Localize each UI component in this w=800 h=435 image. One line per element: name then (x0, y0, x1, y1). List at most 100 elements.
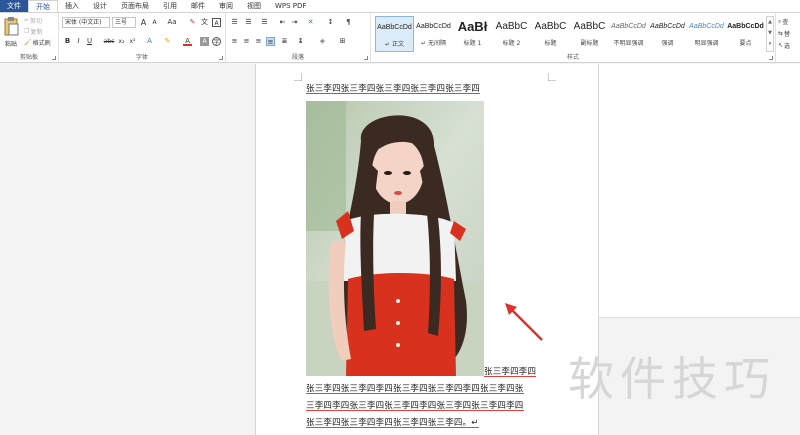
tab-insert[interactable]: 插入 (58, 0, 86, 12)
style-name: 标题 1 (463, 40, 482, 47)
select-button[interactable]: ↖ 选 (778, 41, 790, 50)
distributed-icon[interactable]: ≣ (280, 37, 289, 46)
style-name: 标题 2 (502, 40, 521, 47)
brush-icon: 🖌 (24, 39, 32, 46)
sort-icon[interactable]: ↕ (326, 18, 335, 27)
tab-mailings[interactable]: 邮件 (184, 0, 212, 12)
style-normal[interactable]: AaBbCcDd ↵ 正文 (375, 16, 414, 52)
doc-line-4[interactable]: 三李四李四张三李四张三李四李四张三李四张三李四李四 (306, 401, 524, 411)
tab-layout[interactable]: 页面布局 (114, 0, 156, 12)
clipboard-launcher-icon[interactable] (52, 56, 56, 60)
bold-icon[interactable]: B (63, 37, 72, 46)
style-sample: AaBł (457, 19, 488, 34)
align-left-icon[interactable]: ≡ (230, 37, 239, 46)
chinese-layout-icon[interactable]: ✕ (306, 18, 315, 27)
style-subtitle[interactable]: AaBbC 副标题 (570, 16, 609, 52)
subscript-icon[interactable]: x₂ (117, 37, 126, 46)
clipboard-group-label: 剪贴板 (19, 54, 38, 61)
style-name: 副标题 (580, 40, 599, 47)
superscript-icon[interactable]: x² (128, 37, 137, 46)
style-sample: AaBbCcDd (689, 23, 724, 30)
style-intense-emphasis[interactable]: AaBbCcDd 明显强调 (687, 16, 726, 52)
char-shading-icon[interactable]: A (200, 37, 209, 46)
style-sample: AaBbCcDd (650, 23, 685, 30)
doc-line-5[interactable]: 张三李四张三李四李四张三李四张三李四。↵ (306, 418, 479, 428)
text-effects-icon[interactable]: A (145, 37, 154, 46)
format-painter-label: 格式刷 (32, 40, 51, 47)
cut-label: 剪切 (30, 18, 43, 25)
decrease-indent-icon[interactable]: ⇤ (278, 18, 287, 27)
shading-icon[interactable]: ◈ (318, 37, 327, 46)
style-sample: AaBbCcDd (611, 23, 646, 30)
tab-design[interactable]: 设计 (86, 0, 114, 12)
tab-review[interactable]: 审阅 (212, 0, 240, 12)
bullets-icon[interactable]: ☰ (230, 18, 239, 27)
doc-line-1[interactable]: 张三李四张三李四张三李四张三李四张三李四 (306, 84, 481, 94)
style-sample: AaBbC (534, 21, 567, 32)
font-launcher-icon[interactable] (219, 56, 223, 60)
cut-button[interactable]: ✂ 剪切 (24, 16, 42, 25)
find-button[interactable]: ⌕ 查 (778, 17, 788, 27)
highlight-icon[interactable]: ✎ (163, 37, 172, 46)
doc-line-after-image[interactable]: 张三李四李四 (484, 367, 537, 377)
tab-home[interactable]: 开始 (28, 0, 58, 12)
replace-label: 替 (784, 31, 791, 38)
multilevel-list-icon[interactable]: ☰ (260, 18, 269, 27)
show-marks-icon[interactable]: ¶ (344, 18, 353, 27)
style-sample: AaBbC (573, 21, 606, 32)
doc-line-3[interactable]: 张三李四张三李四李四张三李四张三李四李四张三李四张 (306, 384, 524, 394)
paste-button[interactable]: 粘贴 (3, 17, 19, 49)
numbering-icon[interactable]: ☰ (244, 18, 253, 27)
styles-launcher-icon[interactable] (769, 56, 773, 60)
strikethrough-icon[interactable]: abc (103, 37, 115, 46)
font-name-select[interactable]: 宋体 (中文正) (62, 17, 110, 28)
tab-wps-pdf[interactable]: WPS PDF (268, 0, 313, 12)
style-strong[interactable]: AaBbCcDd 要点 (726, 16, 765, 52)
copy-button[interactable]: ❐ 复制 (24, 27, 42, 36)
style-no-spacing[interactable]: AaBbCcDd ↵ 无间隔 (414, 16, 453, 52)
style-heading-1[interactable]: AaBł 标题 1 (453, 16, 492, 52)
clipboard-group: 粘贴 ✂ 剪切 ❐ 复制 🖌 格式刷 剪贴板 (0, 13, 59, 62)
replace-button[interactable]: ⇆ 替 (778, 29, 790, 38)
clear-format-icon[interactable]: ✎ (188, 18, 197, 27)
style-heading-2[interactable]: AaBbC 标题 2 (492, 16, 531, 52)
styles-group-label: 样式 (566, 54, 579, 61)
underline-icon[interactable]: U (85, 37, 94, 46)
styles-scroll[interactable]: ▲ ▼ ▾ (766, 16, 774, 52)
style-emphasis[interactable]: AaBbCcDd 强调 (648, 16, 687, 52)
style-name: ↵ 无间隔 (421, 40, 446, 47)
enclose-char-icon[interactable]: 字 (212, 37, 221, 46)
style-title[interactable]: AaBbC 标题 (531, 16, 570, 52)
grow-font-icon[interactable]: A (139, 18, 148, 27)
style-name: 强调 (661, 40, 674, 47)
change-case-icon[interactable]: Aa (165, 18, 179, 27)
justify-icon[interactable]: ≡ (266, 37, 275, 46)
increase-indent-icon[interactable]: ⇥ (290, 18, 299, 27)
paragraph-launcher-icon[interactable] (364, 56, 368, 60)
italic-icon[interactable]: I (74, 37, 83, 46)
crop-mark-top-right (548, 73, 556, 81)
font-color-icon[interactable]: A (183, 37, 192, 46)
char-border-icon[interactable]: A (212, 18, 221, 27)
style-sample: AaBbCcDd (727, 23, 764, 30)
font-size-select[interactable]: 三号 (112, 17, 136, 28)
tab-file[interactable]: 文件 (0, 0, 28, 12)
font-group: 宋体 (中文正) 三号 A A Aa ✎ 文 A B I U abc x₂ x²… (59, 13, 226, 62)
style-name: 明显强调 (694, 40, 719, 47)
align-center-icon[interactable]: ≡ (242, 37, 251, 46)
align-right-icon[interactable]: ≡ (254, 37, 263, 46)
copy-icon: ❐ (24, 28, 30, 35)
tab-view[interactable]: 视图 (240, 0, 268, 12)
format-painter-button[interactable]: 🖌 格式刷 (24, 38, 51, 47)
watermark-text: 软件技巧 (568, 352, 776, 406)
borders-icon[interactable]: ⊞ (338, 37, 347, 46)
tab-references[interactable]: 引用 (156, 0, 184, 12)
style-subtle-emphasis[interactable]: AaBbCcDd 不明显强调 (609, 16, 648, 52)
shrink-font-icon[interactable]: A (150, 18, 159, 27)
paragraph-group: ☰ ☰ ☰ ⇤ ⇥ ✕ ↕ ¶ ≡ ≡ ≡ ≡ ≣ ↨ ◈ ⊞ 段落 (226, 13, 371, 62)
photo-girl-image (306, 101, 484, 376)
phonetic-icon[interactable]: 文 (200, 18, 209, 27)
style-name: 标题 (544, 40, 557, 47)
line-spacing-icon[interactable]: ↨ (296, 37, 305, 46)
inserted-photo[interactable] (306, 101, 484, 376)
